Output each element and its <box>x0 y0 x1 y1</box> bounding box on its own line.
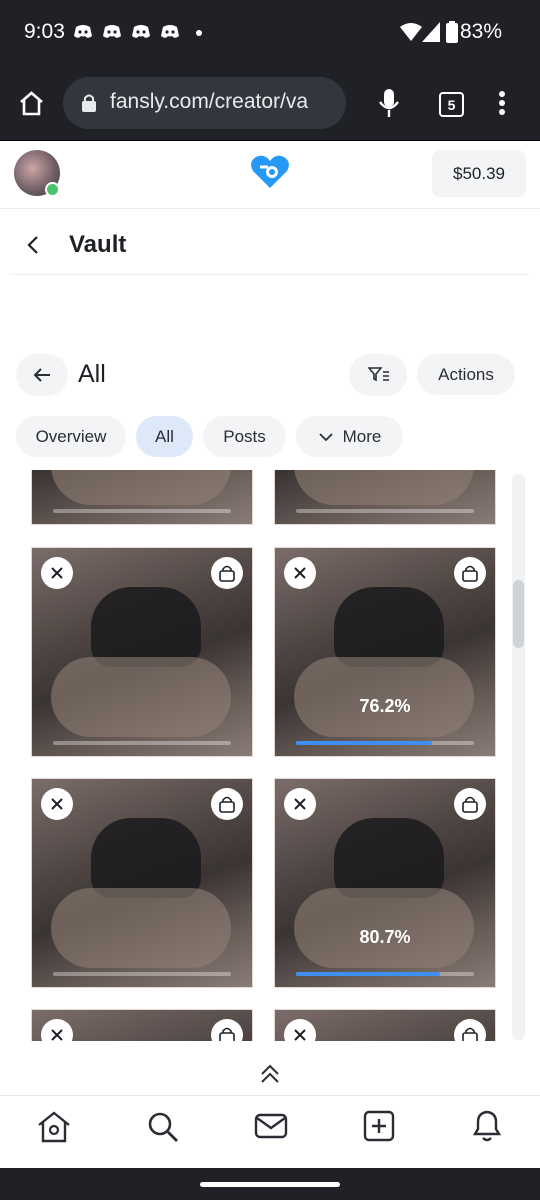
tab-overview[interactable]: Overview <box>16 416 126 457</box>
close-icon <box>294 1029 306 1041</box>
discord-icon <box>161 25 179 38</box>
messages-icon[interactable] <box>254 1113 288 1139</box>
media-tile[interactable]: 80.7% <box>274 778 496 988</box>
remove-media-button[interactable] <box>41 557 73 589</box>
wallet-balance[interactable]: $50.39 <box>432 150 526 197</box>
page-title: Vault <box>69 231 127 258</box>
close-icon <box>51 567 63 579</box>
online-status-dot <box>45 182 60 197</box>
more-notifications-dot <box>196 30 202 36</box>
progress-fill <box>296 972 440 976</box>
actions-button[interactable]: Actions <box>417 354 515 395</box>
battery-percent: 83% <box>459 20 502 43</box>
remove-media-button[interactable] <box>284 1019 316 1041</box>
media-tile[interactable] <box>31 470 253 525</box>
actions-label: Actions <box>438 364 494 384</box>
lock-media-button[interactable] <box>211 788 243 820</box>
tabs-count-button[interactable]: 5 <box>439 92 464 117</box>
upload-progress-label: 76.2% <box>359 696 411 716</box>
media-tile[interactable]: 76.2% <box>274 547 496 757</box>
lock-icon <box>219 565 235 582</box>
media-tile[interactable] <box>31 778 253 988</box>
filter-icon <box>368 367 389 382</box>
tab-label: All <box>155 426 174 446</box>
lock-media-button[interactable] <box>454 788 486 820</box>
progress-bar <box>296 509 474 513</box>
close-icon <box>51 1029 63 1041</box>
tab-count: 5 <box>447 96 456 113</box>
close-icon <box>51 798 63 810</box>
lock-icon <box>462 1027 478 1041</box>
discord-icon <box>74 25 92 38</box>
search-icon[interactable] <box>146 1110 180 1144</box>
scrollbar-track[interactable] <box>512 474 525 1040</box>
upload-progress-label: 80.7% <box>359 927 411 947</box>
home-icon[interactable] <box>36 1110 72 1144</box>
filter-button[interactable] <box>349 354 407 396</box>
progress-fill <box>296 741 432 745</box>
back-chevron-icon[interactable] <box>26 235 40 255</box>
lock-icon <box>462 565 478 582</box>
media-tile[interactable] <box>31 547 253 757</box>
scroll-to-top-icon[interactable] <box>258 1063 282 1085</box>
progress-bar <box>53 509 231 513</box>
url-text: fansly.com/creator/va <box>110 90 309 113</box>
browser-toolbar: fansly.com/creator/va 5 <box>0 66 540 142</box>
kebab-menu-icon[interactable] <box>498 90 506 116</box>
lock-icon <box>82 94 96 112</box>
progress-bar <box>53 741 231 745</box>
create-post-icon[interactable] <box>363 1110 395 1142</box>
tab-all[interactable]: All <box>136 416 193 457</box>
lock-media-button[interactable] <box>211 1019 243 1041</box>
home-indicator[interactable] <box>200 1182 340 1187</box>
home-icon[interactable] <box>18 90 45 116</box>
media-tile[interactable] <box>274 1009 496 1041</box>
tab-label: More <box>342 426 382 446</box>
lock-media-button[interactable] <box>454 557 486 589</box>
discord-icon <box>132 25 150 38</box>
fansly-logo-icon[interactable] <box>250 154 290 190</box>
progress-bar <box>53 972 231 976</box>
remove-media-button[interactable] <box>284 788 316 820</box>
tab-posts[interactable]: Posts <box>203 416 286 457</box>
progress-bar <box>296 972 474 976</box>
progress-bar <box>296 741 474 745</box>
status-bar: 9:03 83% <box>0 0 540 66</box>
lock-media-button[interactable] <box>211 557 243 589</box>
remove-media-button[interactable] <box>284 557 316 589</box>
media-grid: 76.2% 80.7% <box>0 470 540 1041</box>
media-tile[interactable] <box>31 1009 253 1041</box>
microphone-icon[interactable] <box>378 88 400 118</box>
discord-icon <box>103 25 121 38</box>
lock-media-button[interactable] <box>454 1019 486 1041</box>
status-time: 9:03 <box>24 20 65 43</box>
tab-label: Overview <box>35 426 107 446</box>
lock-icon <box>219 796 235 813</box>
close-icon <box>294 798 306 810</box>
remove-media-button[interactable] <box>41 1019 73 1041</box>
lock-icon <box>219 1027 235 1041</box>
scrollbar-thumb[interactable] <box>513 580 524 648</box>
tab-more[interactable]: More <box>296 416 403 457</box>
lock-icon <box>462 796 478 813</box>
wifi-icon <box>400 23 422 41</box>
balance-amount: $50.39 <box>453 163 505 183</box>
collection-back-button[interactable] <box>16 354 68 396</box>
remove-media-button[interactable] <box>41 788 73 820</box>
bottom-navigation <box>0 1095 540 1169</box>
collection-title: All <box>78 360 106 388</box>
chevron-down-icon <box>318 432 333 441</box>
close-icon <box>294 567 306 579</box>
battery-icon <box>446 21 458 43</box>
notifications-bell-icon[interactable] <box>471 1108 503 1144</box>
media-tile[interactable] <box>274 470 496 525</box>
tab-label: Posts <box>223 426 266 446</box>
signal-icon <box>422 22 440 42</box>
arrow-left-icon <box>33 368 50 382</box>
